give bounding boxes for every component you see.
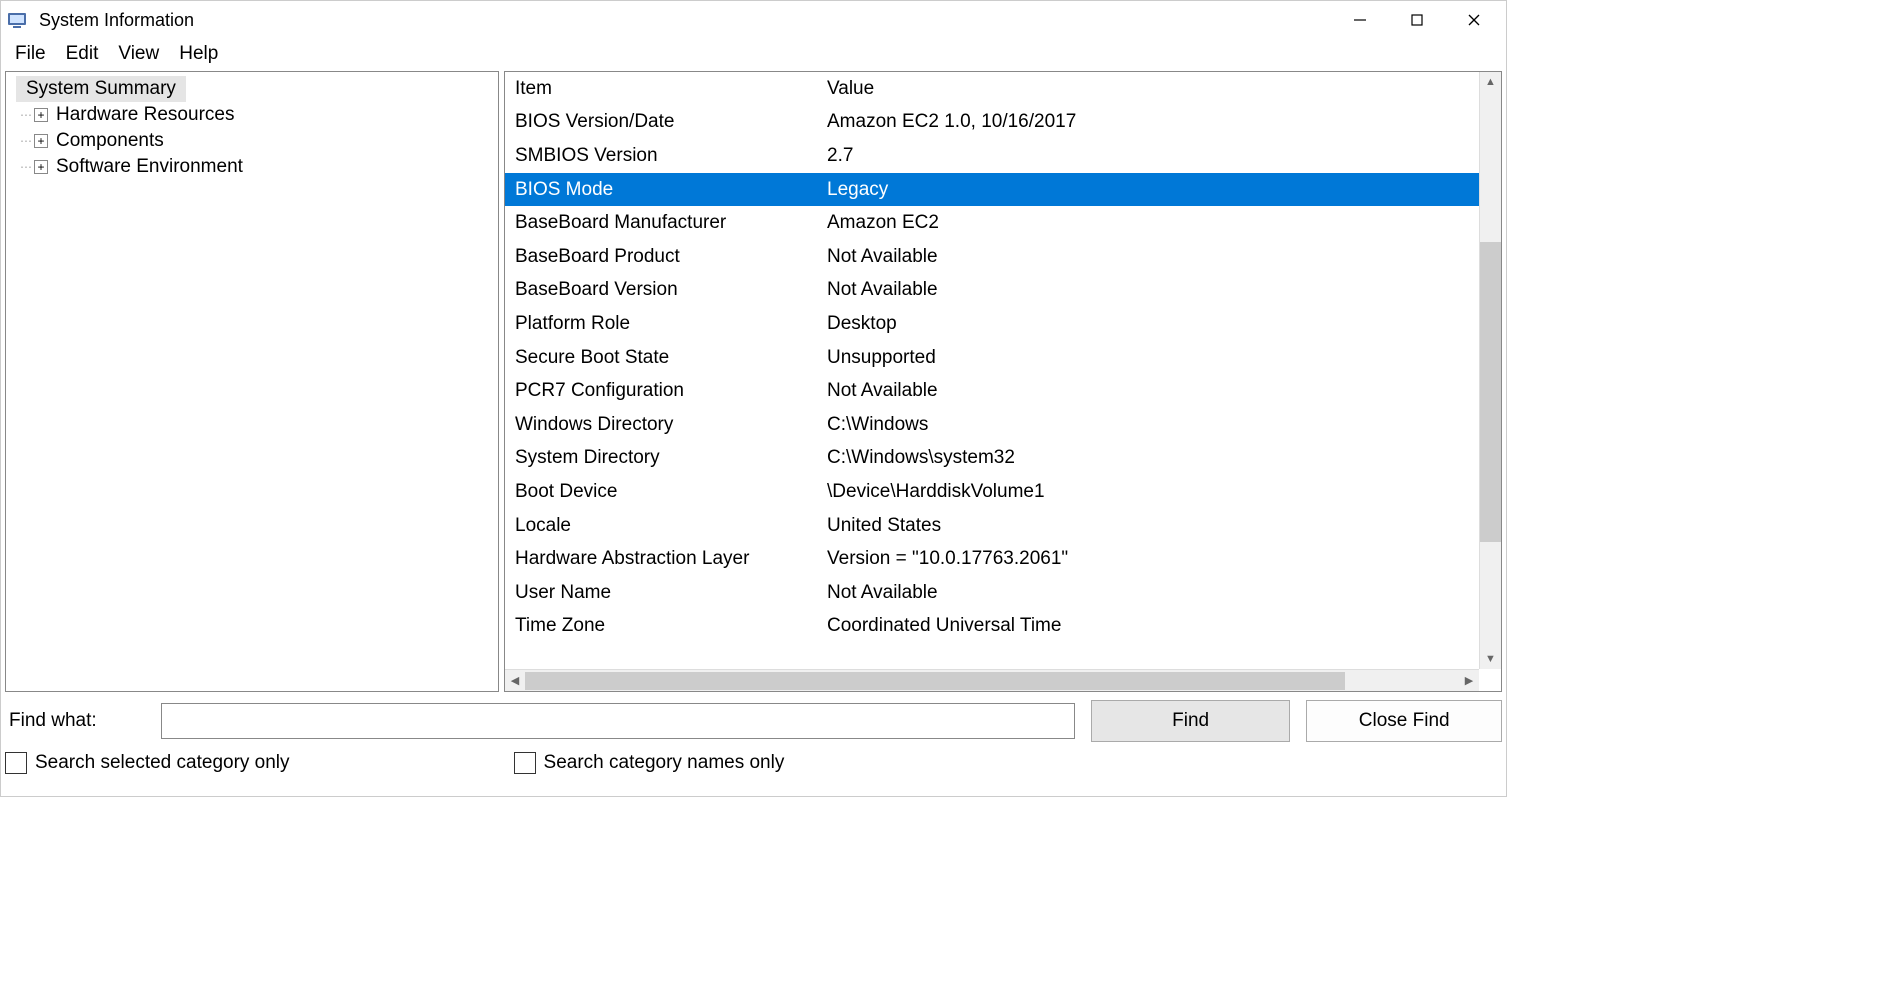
minimize-button[interactable] xyxy=(1331,1,1388,39)
detail-item: SMBIOS Version xyxy=(505,145,825,167)
detail-item: Windows Directory xyxy=(505,414,825,436)
detail-item: BIOS Mode xyxy=(505,179,825,201)
scroll-thumb-h[interactable] xyxy=(525,672,1345,690)
detail-row[interactable]: BIOS Version/DateAmazon EC2 1.0, 10/16/2… xyxy=(505,106,1479,140)
window-title: System Information xyxy=(39,10,1331,31)
scroll-right-icon[interactable]: ▶ xyxy=(1459,674,1479,687)
scroll-up-icon[interactable]: ▲ xyxy=(1480,72,1501,92)
detail-header[interactable]: Item Value xyxy=(505,72,1479,106)
detail-value: C:\Windows\system32 xyxy=(825,447,1479,469)
detail-item: Secure Boot State xyxy=(505,347,825,369)
detail-item: BaseBoard Manufacturer xyxy=(505,212,825,234)
detail-row[interactable]: LocaleUnited States xyxy=(505,509,1479,543)
menu-edit[interactable]: Edit xyxy=(56,41,109,67)
detail-value: Amazon EC2 xyxy=(825,212,1479,234)
check-label: Search category names only xyxy=(544,752,785,774)
scroll-thumb[interactable] xyxy=(1480,242,1501,542)
close-button[interactable] xyxy=(1445,1,1502,39)
titlebar: System Information xyxy=(1,1,1506,39)
detail-item: Locale xyxy=(505,515,825,537)
col-header-item[interactable]: Item xyxy=(505,78,825,100)
find-panel: Find what: Find Close Find Search select… xyxy=(1,692,1506,778)
tree-pane[interactable]: System Summary ⋯ + Hardware Resources ⋯ … xyxy=(5,71,499,692)
detail-item: BaseBoard Product xyxy=(505,246,825,268)
detail-value: Not Available xyxy=(825,380,1479,402)
detail-item: Boot Device xyxy=(505,481,825,503)
checkbox-icon xyxy=(5,752,27,774)
detail-pane: Item Value BIOS Version/DateAmazon EC2 1… xyxy=(504,71,1502,692)
app-icon xyxy=(5,8,29,32)
find-button[interactable]: Find xyxy=(1091,700,1291,742)
detail-value: Amazon EC2 1.0, 10/16/2017 xyxy=(825,111,1479,133)
detail-value: \Device\HarddiskVolume1 xyxy=(825,481,1479,503)
detail-row[interactable]: BaseBoard ManufacturerAmazon EC2 xyxy=(505,206,1479,240)
detail-item: PCR7 Configuration xyxy=(505,380,825,402)
tree-connector: ⋯ xyxy=(20,108,32,122)
menu-help[interactable]: Help xyxy=(169,41,228,67)
detail-item: Platform Role xyxy=(505,313,825,335)
tree-item-hardware-resources[interactable]: ⋯ + Hardware Resources xyxy=(6,102,498,128)
find-label: Find what: xyxy=(5,710,153,732)
detail-value: Coordinated Universal Time xyxy=(825,615,1479,637)
maximize-button[interactable] xyxy=(1388,1,1445,39)
check-selected-category[interactable]: Search selected category only xyxy=(5,752,290,774)
find-input[interactable] xyxy=(161,703,1075,739)
detail-row[interactable]: PCR7 ConfigurationNot Available xyxy=(505,374,1479,408)
detail-value: United States xyxy=(825,515,1479,537)
detail-rows[interactable]: Item Value BIOS Version/DateAmazon EC2 1… xyxy=(505,72,1479,669)
tree-item-label: Hardware Resources xyxy=(56,104,234,126)
detail-row[interactable]: Boot Device\Device\HarddiskVolume1 xyxy=(505,475,1479,509)
tree-root[interactable]: System Summary xyxy=(16,76,186,102)
expand-icon[interactable]: + xyxy=(34,134,48,148)
detail-item: User Name xyxy=(505,582,825,604)
tree-item-software-environment[interactable]: ⋯ + Software Environment xyxy=(6,154,498,180)
detail-item: BIOS Version/Date xyxy=(505,111,825,133)
tree-item-label: Software Environment xyxy=(56,156,243,178)
detail-value: Not Available xyxy=(825,246,1479,268)
menu-file[interactable]: File xyxy=(5,41,56,67)
detail-item: Hardware Abstraction Layer xyxy=(505,548,825,570)
detail-row[interactable]: SMBIOS Version2.7 xyxy=(505,139,1479,173)
detail-row[interactable]: BaseBoard ProductNot Available xyxy=(505,240,1479,274)
vertical-scrollbar[interactable]: ▲ ▼ xyxy=(1479,72,1501,669)
detail-row[interactable]: BaseBoard VersionNot Available xyxy=(505,274,1479,308)
detail-row[interactable]: Platform RoleDesktop xyxy=(505,307,1479,341)
detail-item: BaseBoard Version xyxy=(505,279,825,301)
menu-view[interactable]: View xyxy=(108,41,169,67)
detail-value: Version = "10.0.17763.2061" xyxy=(825,548,1479,570)
detail-row[interactable]: System DirectoryC:\Windows\system32 xyxy=(505,442,1479,476)
detail-value: 2.7 xyxy=(825,145,1479,167)
detail-value: Desktop xyxy=(825,313,1479,335)
detail-item: Time Zone xyxy=(505,615,825,637)
detail-row[interactable]: Secure Boot StateUnsupported xyxy=(505,341,1479,375)
detail-row[interactable]: User NameNot Available xyxy=(505,576,1479,610)
detail-value: Unsupported xyxy=(825,347,1479,369)
expand-icon[interactable]: + xyxy=(34,160,48,174)
tree-item-components[interactable]: ⋯ + Components xyxy=(6,128,498,154)
horizontal-scrollbar[interactable]: ◀ ▶ xyxy=(505,669,1479,691)
checkbox-icon xyxy=(514,752,536,774)
detail-value: Legacy xyxy=(825,179,1479,201)
close-find-button[interactable]: Close Find xyxy=(1306,700,1502,742)
detail-value: C:\Windows xyxy=(825,414,1479,436)
check-category-names[interactable]: Search category names only xyxy=(514,752,785,774)
detail-row[interactable]: BIOS ModeLegacy xyxy=(505,173,1479,207)
tree-item-label: Components xyxy=(56,130,164,152)
tree-connector: ⋯ xyxy=(20,134,32,148)
menubar: File Edit View Help xyxy=(1,39,1506,71)
detail-row[interactable]: Hardware Abstraction LayerVersion = "10.… xyxy=(505,542,1479,576)
expand-icon[interactable]: + xyxy=(34,108,48,122)
scroll-down-icon[interactable]: ▼ xyxy=(1480,649,1501,669)
col-header-value[interactable]: Value xyxy=(825,78,1479,100)
window-controls xyxy=(1331,1,1502,39)
check-label: Search selected category only xyxy=(35,752,290,774)
detail-item: System Directory xyxy=(505,447,825,469)
detail-value: Not Available xyxy=(825,582,1479,604)
detail-row[interactable]: Windows DirectoryC:\Windows xyxy=(505,408,1479,442)
scroll-left-icon[interactable]: ◀ xyxy=(505,674,525,687)
tree-connector: ⋯ xyxy=(20,160,32,174)
detail-row[interactable]: Time ZoneCoordinated Universal Time xyxy=(505,610,1479,644)
detail-value: Not Available xyxy=(825,279,1479,301)
